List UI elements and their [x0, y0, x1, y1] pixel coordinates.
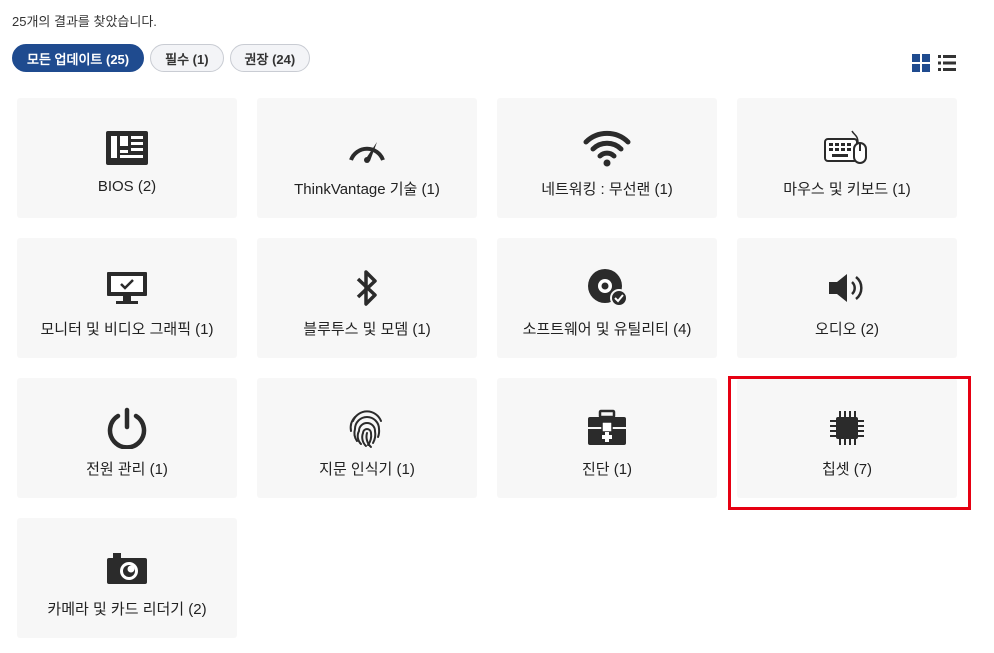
- category-card-diagnostics[interactable]: 진단 (1): [497, 378, 717, 498]
- power-icon: [103, 407, 151, 449]
- speaker-icon: [823, 268, 871, 308]
- category-label: 소프트웨어 및 유틸리티 (4): [522, 321, 692, 338]
- grid-view-icon[interactable]: [912, 54, 930, 72]
- monitor-icon: [103, 268, 151, 308]
- category-card-power[interactable]: 전원 관리 (1): [17, 378, 237, 498]
- fingerprint-icon: [343, 408, 391, 448]
- category-label: BIOS (2): [97, 178, 157, 195]
- category-label: 오디오 (2): [815, 321, 879, 338]
- chip-icon: [823, 408, 871, 448]
- category-card-wifi[interactable]: 네트워킹 : 무선랜 (1): [497, 98, 717, 218]
- category-card-mouse-keyboard[interactable]: 마우스 및 키보드 (1): [737, 98, 957, 218]
- filter-chips: 모든 업데이트 (25) 필수 (1) 권장 (24): [12, 44, 311, 72]
- category-card-bios[interactable]: BIOS (2): [17, 98, 237, 218]
- speedometer-icon: [343, 128, 391, 168]
- category-label: 모니터 및 비디오 그래픽 (1): [40, 321, 214, 338]
- wifi-icon: [583, 128, 631, 168]
- category-card-chipset[interactable]: 칩셋 (7): [737, 378, 957, 498]
- list-view-icon[interactable]: [938, 54, 956, 72]
- results-count: 25개의 결과를 찾았습니다.: [12, 14, 157, 29]
- filter-required[interactable]: 필수 (1): [150, 44, 224, 72]
- category-card-thinkvantage[interactable]: ThinkVantage 기술 (1): [257, 98, 477, 218]
- disc-check-icon: [583, 268, 631, 308]
- view-toggle: [912, 54, 956, 72]
- category-card-fingerprint[interactable]: 지문 인식기 (1): [257, 378, 477, 498]
- category-label: 칩셋 (7): [821, 461, 873, 478]
- motherboard-icon: [103, 128, 151, 168]
- category-label: ThinkVantage 기술 (1): [294, 181, 440, 198]
- category-card-bluetooth[interactable]: 블루투스 및 모뎀 (1): [257, 238, 477, 358]
- bluetooth-icon: [343, 268, 391, 308]
- category-card-software[interactable]: 소프트웨어 및 유틸리티 (4): [497, 238, 717, 358]
- category-label: 전원 관리 (1): [86, 461, 168, 478]
- category-label: 지문 인식기 (1): [319, 461, 415, 478]
- camera-icon: [103, 548, 151, 588]
- filter-recommended[interactable]: 권장 (24): [229, 44, 311, 72]
- category-grid: BIOS (2) ThinkVantage 기술 (1) 네트워킹 : 무선랜 …: [17, 98, 957, 638]
- category-card-audio[interactable]: 오디오 (2): [737, 238, 957, 358]
- category-card-monitor[interactable]: 모니터 및 비디오 그래픽 (1): [17, 238, 237, 358]
- category-label: 진단 (1): [581, 461, 633, 478]
- category-label: 블루투스 및 모뎀 (1): [303, 321, 431, 338]
- toolbox-icon: [583, 408, 631, 448]
- keyboard-mouse-icon: [823, 128, 871, 168]
- category-label: 카메라 및 카드 리더기 (2): [47, 601, 207, 618]
- category-label: 네트워킹 : 무선랜 (1): [541, 181, 673, 198]
- category-card-camera[interactable]: 카메라 및 카드 리더기 (2): [17, 518, 237, 638]
- filter-all[interactable]: 모든 업데이트 (25): [12, 44, 145, 72]
- category-label: 마우스 및 키보드 (1): [783, 181, 911, 198]
